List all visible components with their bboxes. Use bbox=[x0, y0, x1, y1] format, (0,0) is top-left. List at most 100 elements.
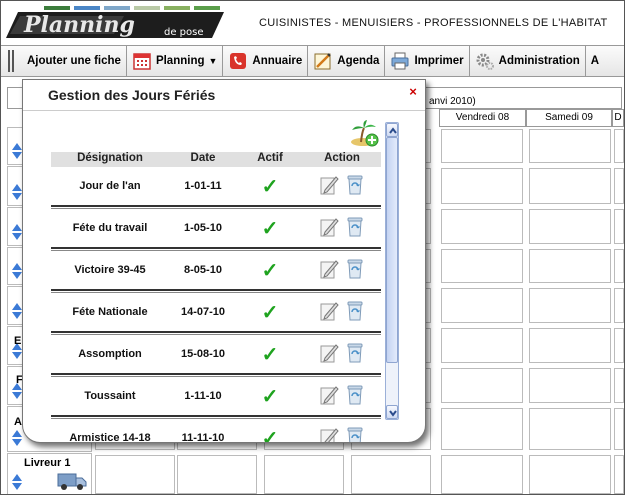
edit-icon[interactable] bbox=[319, 174, 339, 196]
recycle-bin-icon[interactable] bbox=[345, 300, 365, 322]
close-icon[interactable]: × bbox=[407, 85, 419, 98]
menu-planning[interactable]: Planning ▼ bbox=[127, 46, 224, 76]
table-header: Désignation Date Actif Action bbox=[51, 152, 381, 167]
planning-slot[interactable] bbox=[441, 209, 523, 244]
header: Planning de pose CUISINISTES - MENUISIER… bbox=[1, 1, 624, 45]
planning-slot[interactable] bbox=[441, 455, 523, 494]
planning-slot[interactable] bbox=[614, 328, 624, 363]
planning-slot[interactable] bbox=[529, 129, 611, 163]
planning-slot[interactable] bbox=[614, 455, 624, 494]
active-check-icon: ✓ bbox=[261, 386, 279, 408]
menu-overflow[interactable]: A bbox=[586, 46, 604, 76]
planning-slot[interactable] bbox=[441, 328, 523, 363]
jours-feries-dialog: Gestion des Jours Fériés × Désignation D… bbox=[22, 79, 426, 443]
row-label-livreur: Livreur 1 bbox=[24, 457, 71, 469]
cell-actions bbox=[303, 342, 381, 364]
cell-designation: Féte Nationale bbox=[72, 306, 148, 318]
cell-actions bbox=[303, 174, 381, 196]
menu-imprimer[interactable]: Imprimer bbox=[385, 46, 470, 76]
header-designation: Désignation bbox=[77, 152, 143, 164]
cell-actions bbox=[303, 300, 381, 322]
edit-icon[interactable] bbox=[319, 216, 339, 238]
menu-annuaire[interactable]: Annuaire bbox=[223, 46, 309, 76]
active-check-icon: ✓ bbox=[261, 344, 279, 366]
svg-text:de pose: de pose bbox=[164, 27, 204, 38]
reorder-arrows-icon[interactable] bbox=[11, 474, 23, 494]
planning-slot[interactable] bbox=[529, 368, 611, 403]
planning-slot[interactable] bbox=[529, 288, 611, 323]
table-row: Féte du travail 1-05-10 ✓ bbox=[51, 209, 381, 247]
cell-designation: Jour de l'an bbox=[79, 180, 141, 192]
active-check-icon: ✓ bbox=[261, 176, 279, 198]
table-row: Assomption 15-08-10 ✓ bbox=[51, 335, 381, 373]
planning-slot[interactable] bbox=[529, 408, 611, 450]
planning-slot[interactable] bbox=[529, 455, 611, 494]
holidays-table: Désignation Date Actif Action Jour de l'… bbox=[51, 152, 381, 443]
cell-designation: Armistice 14-18 bbox=[69, 432, 151, 443]
dialog-title: Gestion des Jours Fériés bbox=[48, 87, 216, 103]
edit-icon[interactable] bbox=[319, 258, 339, 280]
recycle-bin-icon[interactable] bbox=[345, 342, 365, 364]
dialog-scrollbar[interactable] bbox=[385, 122, 399, 420]
table-row: Toussaint 1-11-10 ✓ bbox=[51, 377, 381, 415]
menu-ajouter-fiche[interactable]: Ajouter une fiche bbox=[21, 46, 127, 76]
cell-actions bbox=[303, 216, 381, 238]
planning-slot[interactable] bbox=[614, 288, 624, 323]
scroll-down-button[interactable] bbox=[386, 405, 398, 419]
planning-slot[interactable] bbox=[95, 455, 175, 494]
recycle-bin-icon[interactable] bbox=[345, 426, 365, 443]
planning-slot[interactable] bbox=[529, 168, 611, 204]
row-label: E bbox=[14, 335, 22, 347]
recycle-bin-icon[interactable] bbox=[345, 258, 365, 280]
planning-slot[interactable] bbox=[614, 168, 624, 204]
planning-slot[interactable] bbox=[529, 249, 611, 283]
recycle-bin-icon[interactable] bbox=[345, 384, 365, 406]
planning-slot[interactable] bbox=[529, 209, 611, 244]
planning-slot[interactable] bbox=[529, 328, 611, 363]
table-row: Armistice 14-18 11-11-10 ✓ bbox=[51, 419, 381, 443]
planning-slot[interactable] bbox=[441, 129, 523, 163]
week-label: anvi 2010) bbox=[429, 96, 476, 107]
column-header-samedi: Samedi 09 bbox=[526, 109, 612, 127]
scroll-up-button[interactable] bbox=[386, 123, 398, 137]
recycle-bin-icon[interactable] bbox=[345, 216, 365, 238]
planning-slot[interactable] bbox=[441, 368, 523, 403]
app-window: Planning de pose CUISINISTES - MENUISIER… bbox=[0, 0, 625, 495]
add-holiday-icon[interactable] bbox=[349, 120, 379, 148]
cell-designation: Assomption bbox=[78, 348, 142, 360]
menu-label: Annuaire bbox=[252, 55, 303, 67]
planning-slot[interactable] bbox=[177, 455, 257, 494]
menu-administration[interactable]: Administration bbox=[470, 46, 586, 76]
planning-slot[interactable] bbox=[441, 249, 523, 283]
reorder-arrows-icon[interactable] bbox=[11, 430, 23, 450]
planning-slot[interactable] bbox=[441, 408, 523, 450]
edit-icon[interactable] bbox=[319, 384, 339, 406]
edit-icon[interactable] bbox=[319, 300, 339, 322]
toolbar-grip[interactable] bbox=[1, 46, 21, 76]
cell-date: 1-01-11 bbox=[184, 180, 222, 192]
planning-slot[interactable] bbox=[351, 455, 431, 494]
scroll-thumb[interactable] bbox=[386, 137, 398, 363]
menu-label: Agenda bbox=[337, 55, 380, 67]
edit-icon[interactable] bbox=[319, 426, 339, 443]
planning-slot[interactable] bbox=[441, 168, 523, 204]
edit-icon[interactable] bbox=[319, 342, 339, 364]
planning-slot[interactable] bbox=[614, 368, 624, 403]
menu-label: A bbox=[590, 55, 600, 67]
planning-slot[interactable] bbox=[614, 249, 624, 283]
header-tagline: CUISINISTES - MENUISIERS - PROFESSIONNEL… bbox=[259, 17, 608, 29]
planning-slot[interactable] bbox=[614, 408, 624, 450]
planning-slot[interactable] bbox=[614, 209, 624, 244]
planning-slot[interactable] bbox=[614, 129, 624, 163]
chevron-up-icon bbox=[389, 127, 397, 134]
cell-designation: Victoire 39-45 bbox=[74, 264, 146, 276]
planning-slot[interactable] bbox=[441, 288, 523, 323]
planning-slot[interactable] bbox=[264, 455, 344, 494]
recycle-bin-icon[interactable] bbox=[345, 174, 365, 196]
header-action: Action bbox=[324, 152, 360, 164]
delivery-truck-icon bbox=[57, 473, 87, 490]
dialog-title-divider bbox=[23, 110, 425, 111]
chevron-down-icon: ▼ bbox=[208, 56, 218, 66]
main-menu-bar: Ajouter une fiche Planning ▼ Annuaire Ag… bbox=[1, 45, 624, 77]
menu-agenda[interactable]: Agenda bbox=[308, 46, 386, 76]
